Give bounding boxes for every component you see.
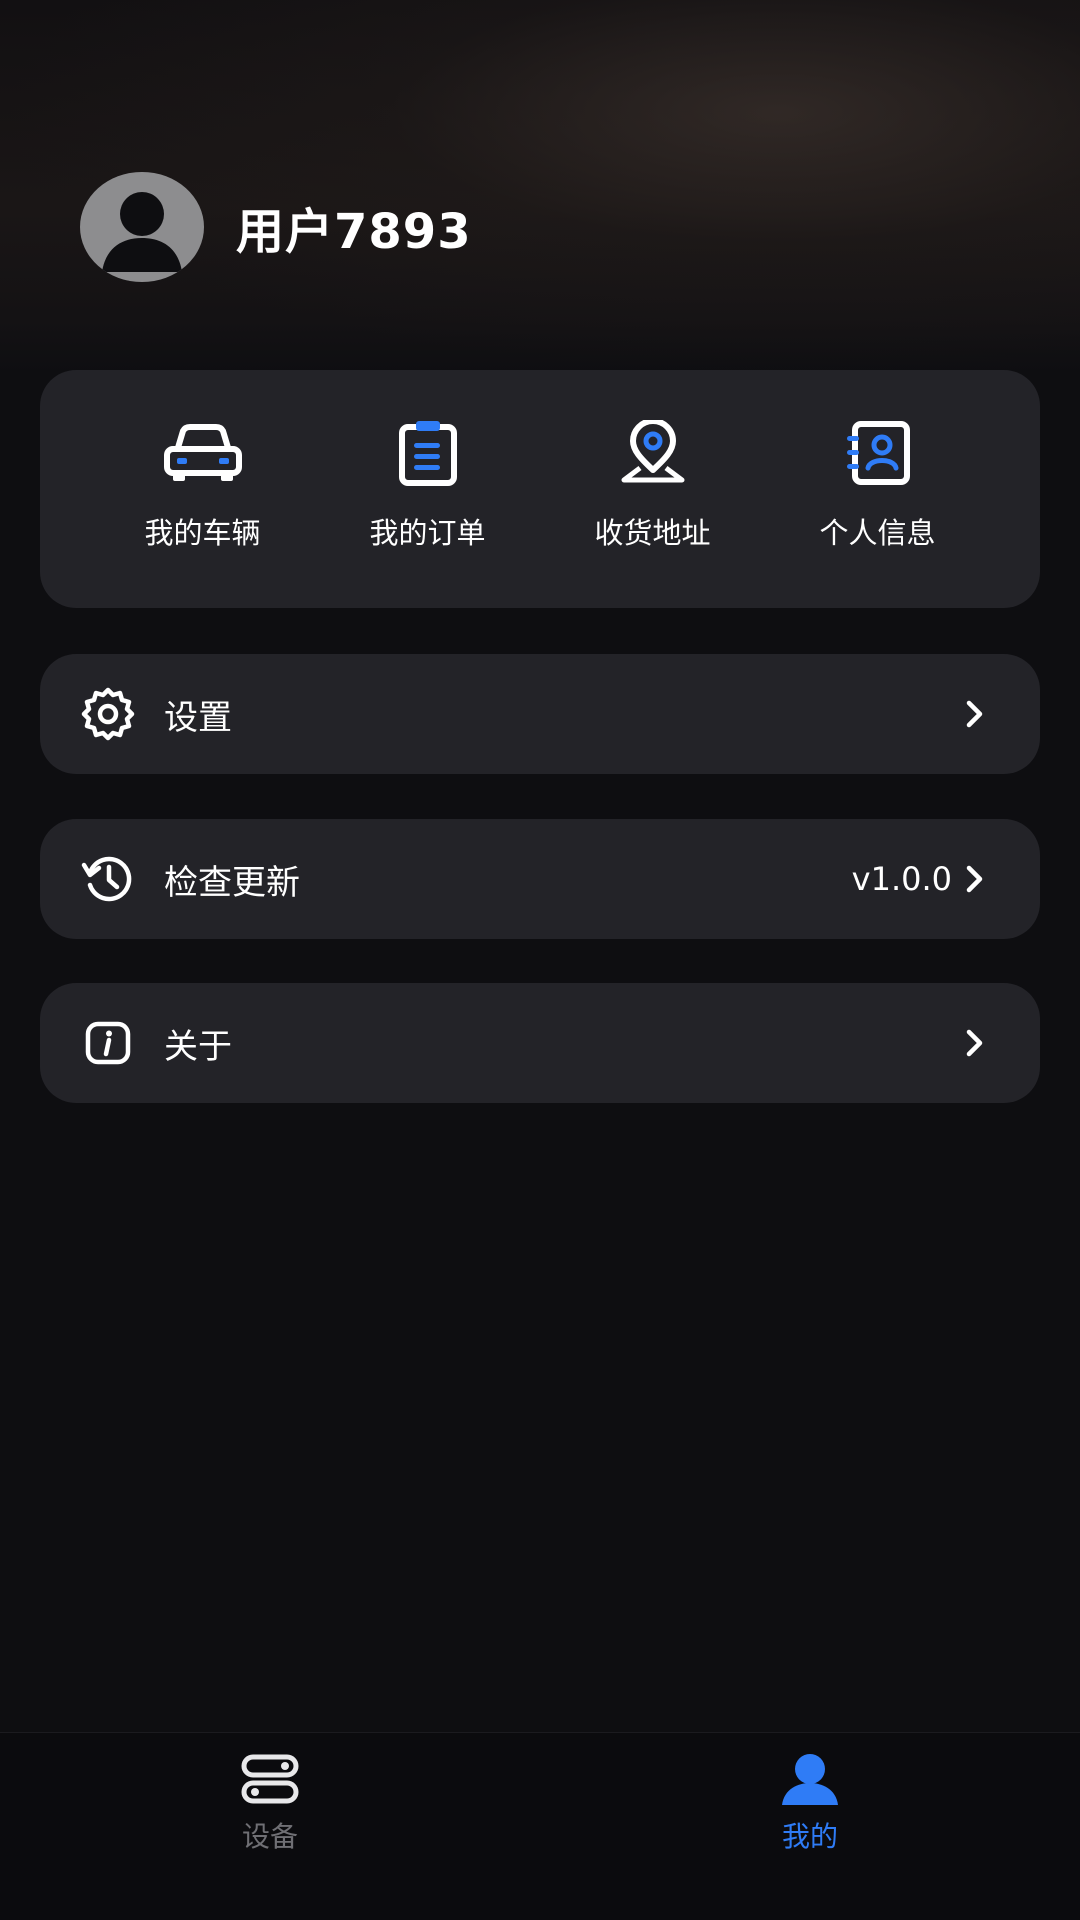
chevron-right-icon bbox=[960, 859, 990, 899]
quick-action-my-vehicles[interactable]: 我的车辆 bbox=[113, 418, 293, 552]
info-icon bbox=[78, 1013, 138, 1073]
quick-action-label: 收货地址 bbox=[594, 516, 711, 550]
menu-label: 检查更新 bbox=[164, 862, 300, 903]
nav-tab-devices[interactable]: 设备 bbox=[0, 1733, 540, 1920]
person-icon bbox=[778, 1747, 842, 1811]
quick-action-personal-info[interactable]: 个人信息 bbox=[788, 418, 968, 552]
menu-settings[interactable]: 设置 bbox=[40, 654, 1040, 774]
nav-tab-mine[interactable]: 我的 bbox=[540, 1733, 1080, 1920]
quick-actions-card: 我的车辆 我的订单 收货地址 个人信息 bbox=[40, 370, 1040, 608]
avatar[interactable] bbox=[80, 172, 204, 282]
profile-header[interactable]: 用户7893 bbox=[80, 172, 472, 282]
nav-label: 我的 bbox=[781, 1820, 838, 1853]
version-text: v1.0.0 bbox=[851, 860, 952, 898]
quick-action-label: 我的订单 bbox=[369, 516, 486, 550]
location-pin-icon bbox=[611, 418, 695, 488]
username: 用户7893 bbox=[236, 204, 472, 260]
gear-icon bbox=[78, 684, 138, 744]
clipboard-icon bbox=[386, 418, 470, 488]
default-avatar-icon bbox=[102, 192, 182, 272]
quick-action-label: 我的车辆 bbox=[144, 516, 261, 550]
nav-label: 设备 bbox=[241, 1820, 298, 1853]
profile-page: 用户7893 我的车辆 我的订单 收货地址 个人信息 设置 检查更新 v1.0.… bbox=[0, 0, 1080, 1920]
history-icon bbox=[78, 849, 138, 909]
quick-action-shipping-address[interactable]: 收货地址 bbox=[563, 418, 743, 552]
quick-action-label: 个人信息 bbox=[819, 516, 936, 550]
menu-about[interactable]: 关于 bbox=[40, 983, 1040, 1103]
menu-label: 关于 bbox=[164, 1026, 232, 1067]
bottom-navigation: 设备 我的 bbox=[0, 1732, 1080, 1920]
device-toggle-icon bbox=[238, 1747, 302, 1811]
chevron-right-icon bbox=[960, 694, 990, 734]
quick-action-my-orders[interactable]: 我的订单 bbox=[338, 418, 518, 552]
contact-card-icon bbox=[836, 418, 920, 488]
menu-check-update[interactable]: 检查更新 v1.0.0 bbox=[40, 819, 1040, 939]
menu-label: 设置 bbox=[164, 697, 232, 738]
car-icon bbox=[161, 418, 245, 488]
chevron-right-icon bbox=[960, 1023, 990, 1063]
